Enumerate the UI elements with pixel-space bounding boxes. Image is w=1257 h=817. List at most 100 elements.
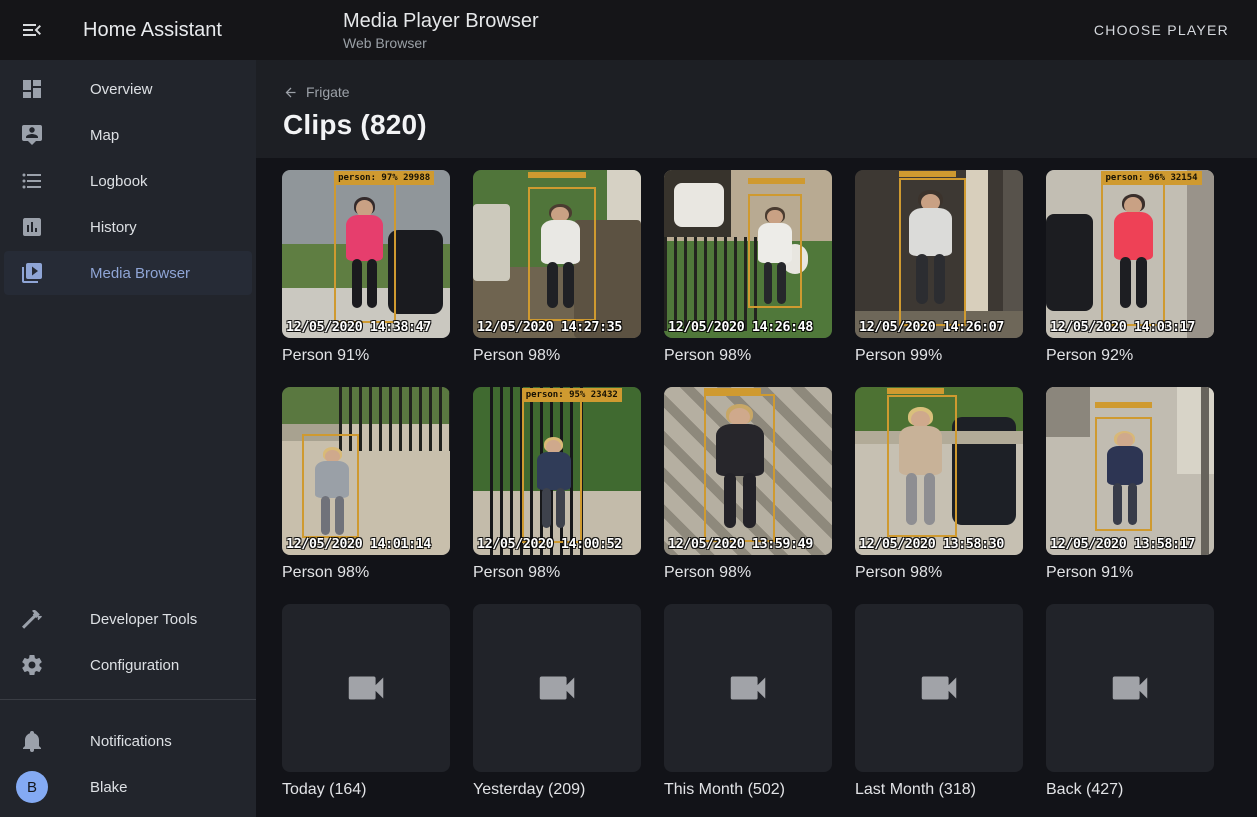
clip-label: Person 98% [855, 564, 1023, 582]
scene-prop [674, 183, 724, 227]
clip-thumbnail[interactable]: person: 95% 23432 12/05/2020 14:00:52 [473, 387, 641, 555]
clip-cell: 12/05/2020 14:01:14Person 98% [282, 387, 450, 582]
clip-timestamp-overlay: 12/05/2020 14:27:35 [477, 319, 622, 335]
sidebar-nav: Overview MapLogbook History Media Browser [0, 60, 256, 297]
clip-thumbnail[interactable]: 12/05/2020 13:59:49 [664, 387, 832, 555]
video-icon [534, 665, 580, 711]
folder-card-back[interactable] [1046, 604, 1214, 772]
bell-icon-wrap [20, 729, 44, 753]
detection-label-chip [899, 171, 956, 177]
sidebar-divider [0, 699, 256, 700]
video-icon [725, 665, 771, 711]
clip-timestamp-overlay: 12/05/2020 13:58:17 [1050, 536, 1195, 552]
sidebar-item-map[interactable]: Map [4, 113, 252, 157]
folder-card-last-month[interactable] [855, 604, 1023, 772]
video-icon-wrap [916, 665, 962, 711]
detection-box [1095, 417, 1152, 531]
hammer-icon [20, 607, 44, 631]
clip-thumbnail[interactable]: 12/05/2020 13:58:30 [855, 387, 1023, 555]
sidebar-item-history[interactable]: History [4, 205, 252, 249]
detection-box [334, 182, 396, 323]
folder-card-this-month[interactable] [664, 604, 832, 772]
detection-box [1101, 178, 1165, 326]
folder-label: Last Month (318) [855, 781, 1023, 799]
sidebar-item-blake[interactable]: BBlake [4, 765, 252, 809]
detection-label-chip: person: 97% 29988 [334, 171, 434, 185]
clip-cell: person: 95% 23432 12/05/2020 14:00:52 Pers… [473, 387, 641, 582]
clip-label: Person 98% [664, 564, 832, 582]
folder-label: This Month (502) [664, 781, 832, 799]
clip-thumbnail[interactable]: 12/05/2020 14:01:14 [282, 387, 450, 555]
clip-cell: 12/05/2020 13:58:17 Person 91% [1046, 387, 1214, 582]
clip-thumbnail[interactable]: 12/05/2020 14:26:07 [855, 170, 1023, 338]
folder-cell: Yesterday (209) [473, 604, 641, 799]
sidebar-item-overview[interactable]: Overview [4, 67, 252, 111]
sidebar-bottom-nav: NotificationsBBlake [0, 712, 256, 817]
sidebar-item-media-browser[interactable]: Media Browser [4, 251, 252, 295]
clip-label: Person 91% [1046, 564, 1214, 582]
sidebar-item-developer-tools[interactable]: Developer Tools [4, 597, 252, 641]
detection-label-chip: person: 95% 23432 [522, 388, 622, 402]
media-browser-heading: Media Player Browser Web Browser [343, 9, 539, 52]
chart-box-icon [20, 215, 44, 239]
clip-cell: 12/05/2020 14:27:35Person 98% [473, 170, 641, 365]
clip-label: Person 98% [664, 347, 832, 365]
app-header-right: CHOOSE PLAYER [1086, 14, 1257, 46]
clip-cell: person: 96% 3215412/05/2020 14:03:17Pers… [1046, 170, 1214, 365]
clip-timestamp-overlay: 12/05/2020 14:38:47 [286, 319, 431, 335]
sidebar-item-logbook[interactable]: Logbook [4, 159, 252, 203]
scene-prop [1046, 387, 1090, 437]
scene-prop [1187, 170, 1214, 338]
detection-box [704, 394, 775, 542]
clip-timestamp-overlay: 12/05/2020 14:26:48 [668, 319, 813, 335]
folder-card-yesterday[interactable] [473, 604, 641, 772]
tooltip-account-icon-wrap [20, 123, 44, 147]
folder-card-today[interactable] [282, 604, 450, 772]
clip-thumbnail[interactable]: 12/05/2020 14:26:48 [664, 170, 832, 338]
video-icon [343, 665, 389, 711]
app-header: Home Assistant Media Player Browser Web … [0, 0, 1257, 60]
video-icon-wrap [1107, 665, 1153, 711]
detection-box [887, 395, 958, 536]
detection-box [302, 434, 359, 538]
clip-thumbnail[interactable]: person: 97% 29988 12/05/2020 14:38:47 [282, 170, 450, 338]
clip-thumbnail[interactable]: 12/05/2020 13:58:17 [1046, 387, 1214, 555]
detection-label-chip [528, 172, 585, 178]
folder-cell: Back (427) [1046, 604, 1214, 799]
breadcrumb-back-frigate[interactable]: Frigate [283, 84, 350, 100]
play-box-multiple-icon [20, 261, 44, 285]
video-icon-wrap [725, 665, 771, 711]
format-list-bulleted-icon [20, 169, 44, 193]
clip-thumbnail[interactable]: 12/05/2020 14:27:35 [473, 170, 641, 338]
media-browser-title: Media Player Browser [343, 9, 539, 34]
sidebar-item-label: History [90, 219, 137, 236]
cog-icon [20, 653, 44, 677]
bell-icon [20, 729, 44, 753]
sidebar-item-notifications[interactable]: Notifications [4, 719, 252, 763]
sidebar-item-configuration[interactable]: Configuration [4, 643, 252, 687]
sidebar-item-label: Blake [90, 779, 128, 796]
detection-label-chip [748, 178, 805, 184]
video-icon-wrap [534, 665, 580, 711]
scene-prop [473, 204, 510, 281]
video-icon [916, 665, 962, 711]
scene-prop [1201, 387, 1209, 555]
scene-prop [664, 237, 758, 331]
sidebar-toggle-button[interactable] [20, 18, 44, 42]
choose-player-button[interactable]: CHOOSE PLAYER [1086, 14, 1237, 46]
detection-label-chip [704, 388, 761, 394]
clip-cell: 12/05/2020 13:58:30 Person 98% [855, 387, 1023, 582]
clip-label: Person 98% [473, 564, 641, 582]
clip-thumbnail[interactable]: person: 96% 3215412/05/2020 14:03:17 [1046, 170, 1214, 338]
media-content: person: 97% 29988 12/05/2020 14:38:47 Pers… [256, 158, 1257, 817]
arrow-left-icon [283, 85, 298, 100]
hammer-icon-wrap [20, 607, 44, 631]
sidebar-item-label: Overview [90, 81, 153, 98]
clip-timestamp-overlay: 12/05/2020 14:01:14 [286, 536, 431, 552]
page-title: Clips (820) [283, 109, 1257, 141]
detection-box [522, 399, 582, 543]
folder-label: Today (164) [282, 781, 450, 799]
clip-timestamp-overlay: 12/05/2020 14:00:52 [477, 536, 622, 552]
clip-label: Person 91% [282, 347, 450, 365]
detection-box [528, 187, 595, 321]
